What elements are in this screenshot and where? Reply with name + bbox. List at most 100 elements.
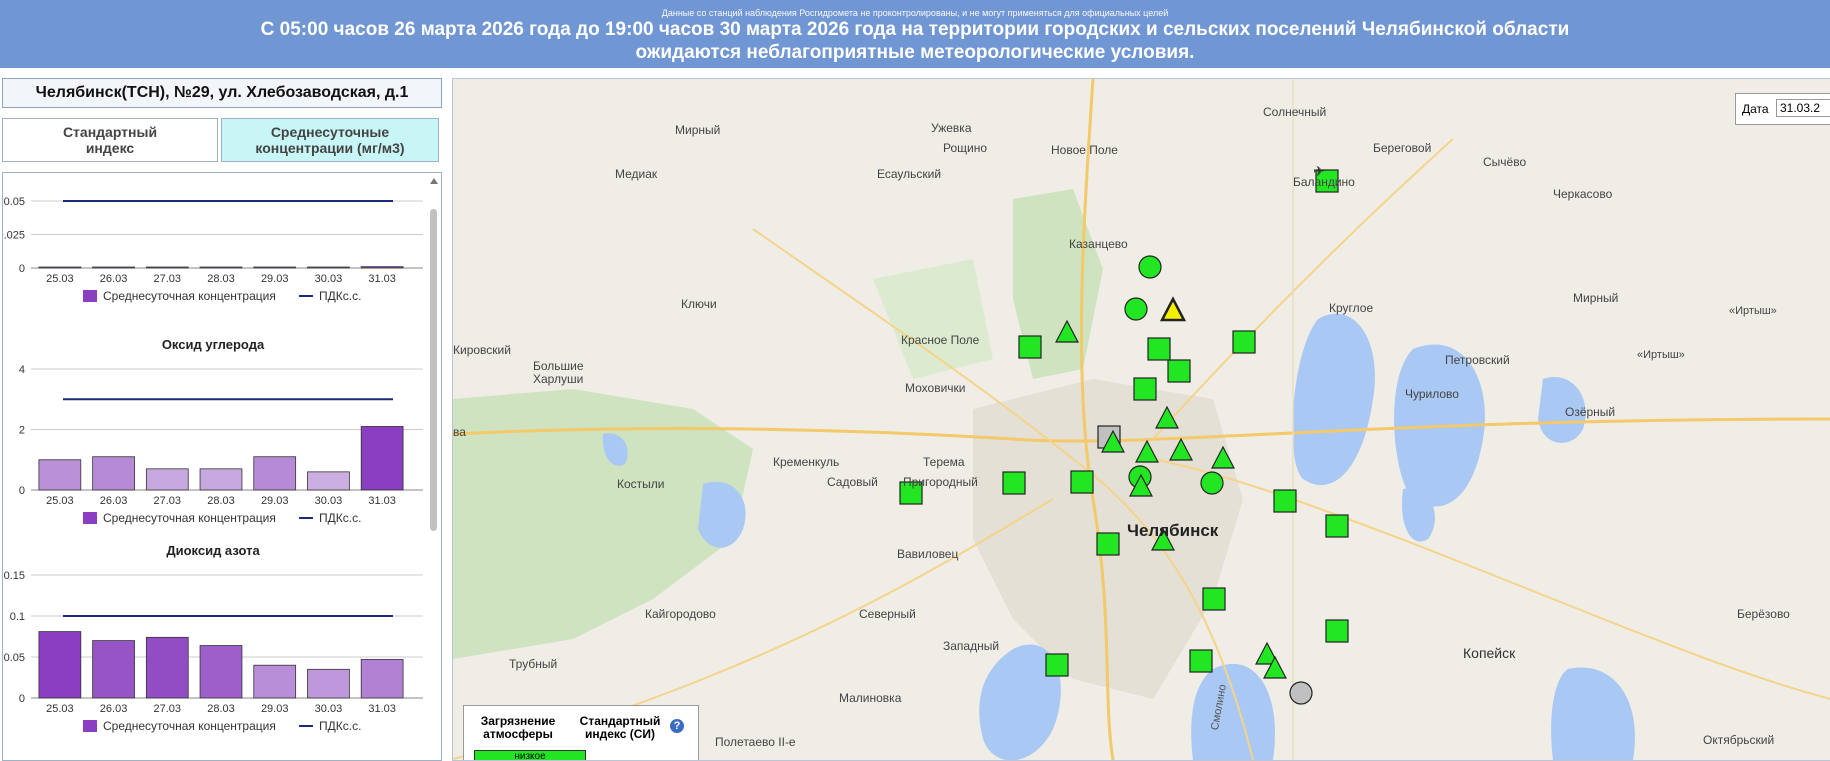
map-legend: Загрязнение атмосферы Стандартный индекс… bbox=[463, 705, 699, 760]
map-label-esaulsky: Есаульский bbox=[877, 167, 942, 181]
legend-label-pdk: ПДКс.с. bbox=[319, 719, 361, 733]
chart-title: Диоксид азота bbox=[166, 543, 260, 558]
x-tick-label: 26.03 bbox=[100, 703, 128, 715]
map-label-kopeysk: Копейск bbox=[1463, 645, 1516, 661]
scroll-up-icon[interactable] bbox=[429, 175, 439, 187]
road bbox=[1152, 458, 1830, 700]
station-marker-square[interactable] bbox=[1167, 359, 1191, 383]
bar bbox=[307, 668, 350, 699]
map-label-beregovoy: Береговой bbox=[1373, 141, 1432, 155]
map-label-oktyabrsky: Октябрьский bbox=[1703, 733, 1775, 747]
station-marker-square[interactable] bbox=[1002, 471, 1026, 495]
legend-swatch-concentration bbox=[83, 512, 97, 524]
map-label-klyuchi: Ключи bbox=[681, 297, 717, 311]
map-label-krasnoe-pole: Красное Поле bbox=[901, 333, 980, 347]
y-tick-label: 0.15 bbox=[4, 570, 25, 582]
station-marker-square[interactable] bbox=[1273, 489, 1297, 513]
station-marker-square[interactable] bbox=[1189, 649, 1213, 673]
y-tick-label: 0.1 bbox=[10, 611, 25, 623]
map-label-berezovo: Берёзово bbox=[1737, 607, 1790, 621]
bar bbox=[92, 456, 135, 491]
station-marker-square[interactable] bbox=[1070, 470, 1094, 494]
y-tick-label: 0 bbox=[19, 693, 25, 705]
map-label-vavilovets: Вавиловец bbox=[897, 547, 959, 561]
legend-label-concentration: Среднесуточная концентрация bbox=[103, 719, 276, 733]
map-canvas[interactable] bbox=[453, 79, 1830, 760]
x-tick-label: 27.03 bbox=[154, 273, 182, 285]
map-label-mokhovichki: Моховички bbox=[905, 381, 966, 395]
map-label-irtysh: «Иртыш» bbox=[1729, 305, 1777, 317]
x-tick-label: 28.03 bbox=[207, 273, 235, 285]
date-picker: Дата bbox=[1735, 93, 1830, 125]
station-marker-square[interactable] bbox=[1133, 377, 1157, 401]
map-label-uzhevka: Ужевка bbox=[931, 121, 972, 135]
station-marker-square[interactable] bbox=[1325, 619, 1349, 643]
map-label-sychevo: Сычёво bbox=[1483, 155, 1527, 169]
map-label-zapadny: Западный bbox=[943, 639, 1000, 653]
scrollbar-thumb[interactable] bbox=[430, 209, 437, 531]
map-view[interactable]: Мирный Ужевка Рощино Новое Поле Солнечны… bbox=[452, 78, 1830, 761]
x-tick-label: 28.03 bbox=[207, 495, 235, 507]
scrollbar[interactable] bbox=[429, 173, 439, 760]
station-marker-square[interactable] bbox=[1325, 514, 1349, 538]
map-label-prigorodny: Пригородный bbox=[903, 475, 978, 489]
legend-label-concentration: Среднесуточная концентрация bbox=[103, 511, 276, 525]
y-tick-label: 0 bbox=[19, 485, 25, 497]
charts-scroll-area[interactable]: 0.05 0.025 0 25.03 26.03 27.03 28.03 29.03 30.03… bbox=[2, 172, 442, 761]
station-marker-circle[interactable] bbox=[1289, 681, 1313, 705]
x-tick-label: 28.03 bbox=[207, 703, 235, 715]
x-tick-label: 31.03 bbox=[368, 703, 396, 715]
map-label-kremenkul: Кременкуль bbox=[773, 455, 840, 469]
station-marker-square[interactable] bbox=[1202, 587, 1226, 611]
bar bbox=[92, 266, 135, 269]
y-tick-label: 2 bbox=[19, 425, 25, 437]
legend-swatch-concentration bbox=[83, 720, 97, 732]
alert-banner: Данные со станций наблюдения Росгидромет… bbox=[0, 0, 1830, 68]
legend-level-low: низкое bbox=[474, 750, 586, 760]
station-marker-square[interactable] bbox=[1018, 335, 1042, 359]
station-marker-circle[interactable] bbox=[1138, 255, 1162, 279]
map-label-severny: Северный bbox=[859, 607, 916, 621]
x-tick-label: 29.03 bbox=[261, 495, 289, 507]
banner-line-2: ожидаются неблагоприятные метеорологичес… bbox=[635, 42, 1195, 63]
bar bbox=[199, 468, 243, 491]
station-marker-triangle[interactable] bbox=[1159, 296, 1187, 322]
bar bbox=[307, 471, 350, 491]
tab-daily-concentrations[interactable]: Среднесуточные концентрации (мг/м3) bbox=[221, 118, 439, 162]
map-label-petrovsky: Петровский bbox=[1445, 353, 1510, 367]
station-marker-square[interactable] bbox=[1045, 653, 1069, 677]
x-tick-label: 29.03 bbox=[261, 273, 289, 285]
tab-daily-line1: Среднесуточные bbox=[270, 124, 390, 140]
bar bbox=[253, 266, 297, 269]
charts-svg: 0.05 0.025 0 25.03 26.03 27.03 28.03 29.03 30.03… bbox=[3, 196, 423, 733]
bar bbox=[38, 266, 82, 269]
help-icon[interactable]: ? bbox=[670, 719, 684, 733]
y-tick-label: 0.05 bbox=[4, 196, 25, 208]
map-label-va: ва bbox=[453, 425, 466, 439]
bar bbox=[360, 266, 404, 269]
map-label-poletaevo: Полетаево II-е bbox=[715, 735, 796, 749]
y-tick-label: 0 bbox=[19, 263, 25, 275]
x-tick-label: 26.03 bbox=[100, 495, 128, 507]
station-marker-square[interactable] bbox=[1147, 337, 1171, 361]
x-tick-label: 25.03 bbox=[46, 273, 74, 285]
map-label-ozerny: Озёрный bbox=[1565, 405, 1616, 419]
map-label-mediak: Медиак bbox=[615, 167, 658, 181]
bar bbox=[145, 266, 189, 269]
map-label-mirny-2: Мирный bbox=[1573, 291, 1619, 305]
x-tick-label: 26.03 bbox=[100, 273, 128, 285]
station-marker-circle[interactable] bbox=[1124, 297, 1148, 321]
tab-daily-line2: концентрации (мг/м3) bbox=[255, 140, 405, 156]
date-input[interactable] bbox=[1776, 99, 1830, 117]
map-label-trubny: Трубный bbox=[509, 657, 558, 671]
bar bbox=[253, 664, 297, 699]
tab-standard-index[interactable]: Стандартный индекс bbox=[2, 118, 218, 162]
station-marker-circle[interactable] bbox=[1200, 471, 1224, 495]
station-marker-square[interactable] bbox=[1232, 330, 1256, 354]
chart-title: Оксид углерода bbox=[162, 337, 265, 352]
map-label-malinovka: Малиновка bbox=[839, 691, 902, 705]
station-marker-square[interactable] bbox=[1096, 532, 1120, 556]
map-label-sadovy: Садовый bbox=[827, 475, 878, 489]
map-label-bolshie-kharlushi: Большие Харлуши bbox=[533, 359, 584, 386]
date-label: Дата bbox=[1742, 102, 1769, 116]
